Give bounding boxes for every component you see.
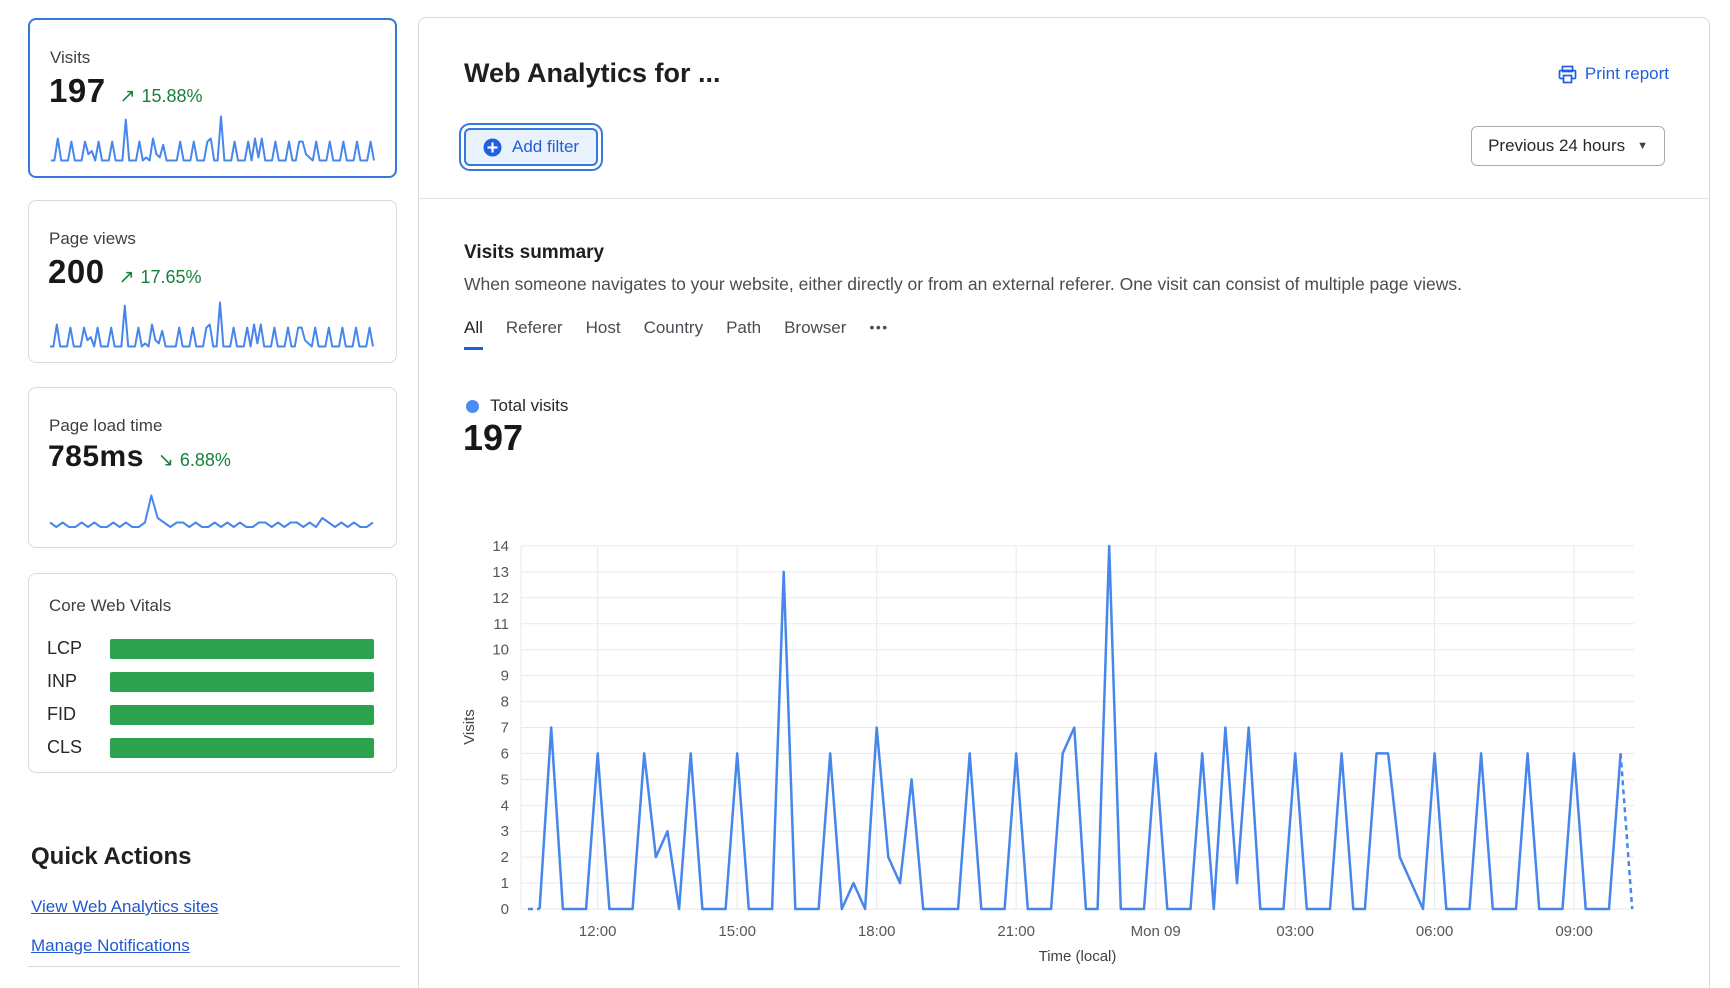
metric-card-page-views[interactable]: Page views 200 ↗ 17.65% [28, 200, 397, 363]
card-title: Core Web Vitals [49, 596, 171, 616]
visits-sparkline [50, 114, 375, 162]
tab-referer[interactable]: Referer [506, 318, 563, 350]
header-divider [419, 198, 1709, 199]
add-filter-button[interactable]: Add filter [464, 128, 598, 166]
cwv-row-cls: CLS [47, 731, 374, 764]
tab-all[interactable]: All [464, 318, 483, 350]
cwv-label: LCP [47, 638, 110, 659]
dimension-tabs: All Referer Host Country Path Browser ••… [464, 318, 889, 350]
tab-more-ellipsis-icon[interactable]: ••• [869, 319, 888, 350]
cwv-row-fid: FID [47, 698, 374, 731]
page-title: Web Analytics for ... [464, 58, 721, 89]
print-report-link[interactable]: Print report [1558, 64, 1669, 84]
card-title: Visits [50, 48, 90, 68]
time-range-dropdown[interactable]: Previous 24 hours ▼ [1471, 126, 1665, 166]
add-filter-label: Add filter [512, 137, 579, 157]
page-load-sparkline [49, 493, 374, 533]
trend-up-icon: ↗ [119, 266, 135, 289]
web-analytics-panel: Web Analytics for ... Print report Add f… [418, 17, 1710, 988]
plus-circle-icon [483, 138, 502, 157]
cwv-bar-good [110, 672, 374, 692]
trend-badge: ↘ 6.88% [158, 449, 231, 472]
cwv-bar-good [110, 738, 374, 758]
time-range-value: Previous 24 hours [1488, 136, 1625, 156]
card-title: Page views [49, 229, 136, 249]
trend-badge: ↗ 17.65% [119, 266, 202, 289]
view-web-analytics-sites-link[interactable]: View Web Analytics sites [31, 897, 218, 917]
cwv-label: INP [47, 671, 110, 692]
chart-legend: Total visits [466, 396, 568, 416]
print-report-label: Print report [1585, 64, 1669, 84]
tab-host[interactable]: Host [586, 318, 621, 350]
card-value: 200 [48, 253, 105, 291]
trend-up-icon: ↗ [120, 85, 136, 108]
total-visits-value: 197 [463, 417, 523, 459]
manage-notifications-link[interactable]: Manage Notifications [31, 936, 190, 956]
trend-value: 6.88% [180, 450, 231, 471]
chevron-down-icon: ▼ [1637, 140, 1648, 152]
core-web-vitals-rows: LCP INP FID CLS [47, 632, 374, 764]
printer-icon [1558, 65, 1577, 84]
cwv-bar-good [110, 705, 374, 725]
trend-value: 17.65% [140, 267, 201, 288]
trend-badge: ↗ 15.88% [120, 85, 203, 108]
cwv-row-lcp: LCP [47, 632, 374, 665]
card-title: Page load time [49, 416, 162, 436]
trend-value: 15.88% [141, 86, 202, 107]
card-value: 785ms [48, 440, 144, 474]
legend-label: Total visits [490, 396, 568, 416]
sidebar-divider [28, 966, 400, 967]
quick-actions-heading: Quick Actions [31, 843, 191, 871]
core-web-vitals-card[interactable]: Core Web Vitals LCP INP FID CLS [28, 573, 397, 773]
cwv-label: CLS [47, 737, 110, 758]
tab-path[interactable]: Path [726, 318, 761, 350]
trend-down-icon: ↘ [158, 449, 174, 472]
cwv-row-inp: INP [47, 665, 374, 698]
cwv-bar-good [110, 639, 374, 659]
metric-card-visits[interactable]: Visits 197 ↗ 15.88% [28, 18, 397, 178]
section-title: Visits summary [464, 242, 604, 264]
card-value: 197 [49, 72, 106, 110]
tab-country[interactable]: Country [644, 318, 704, 350]
metric-card-page-load-time[interactable]: Page load time 785ms ↘ 6.88% [28, 387, 397, 548]
section-description: When someone navigates to your website, … [464, 274, 1462, 295]
cwv-label: FID [47, 704, 110, 725]
page-views-sparkline [49, 300, 374, 348]
tab-browser[interactable]: Browser [784, 318, 846, 350]
legend-dot-icon [466, 400, 479, 413]
